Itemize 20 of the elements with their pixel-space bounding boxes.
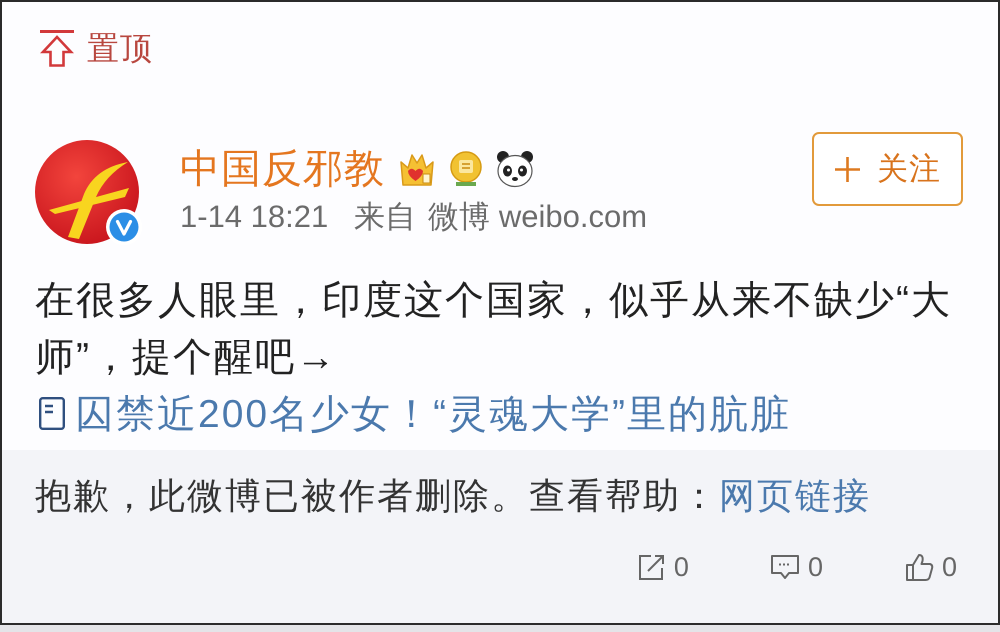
post-text: 在很多人眼里，印度这个国家，似乎从来不缺少“大师”，提个醒吧→ 囚禁近200名少女！“灵魂大学”里的肮脏 xyxy=(35,278,953,438)
plus-icon xyxy=(834,156,861,182)
pin-to-top-icon xyxy=(39,29,75,67)
repost-button[interactable]: 0 xyxy=(636,552,689,582)
comment-button[interactable]: 0 xyxy=(770,552,823,582)
article-link[interactable]: 囚禁近200名少女！“灵魂大学”里的肮脏 xyxy=(35,393,792,436)
avatar-logo[interactable] xyxy=(35,140,139,244)
like-button[interactable]: 0 xyxy=(904,552,957,582)
author-name[interactable]: 中国反邪教 xyxy=(180,144,385,194)
panda-icon xyxy=(496,150,534,188)
post-source: 微博 weibo.com xyxy=(428,199,648,235)
follow-button[interactable]: 关注 xyxy=(812,132,963,206)
speech-bubble-icon xyxy=(770,552,800,582)
post-time: 1-14 18:21 xyxy=(180,199,328,235)
help-link[interactable]: 网页链接 xyxy=(719,475,871,516)
source-label: 来自 xyxy=(354,199,416,235)
document-icon xyxy=(39,397,65,430)
pinned-label: 置顶 xyxy=(87,29,153,68)
thumbs-up-icon xyxy=(904,552,934,582)
deleted-notice: 抱歉，此微博已被作者删除。查看帮助：网页链接 xyxy=(35,474,872,518)
